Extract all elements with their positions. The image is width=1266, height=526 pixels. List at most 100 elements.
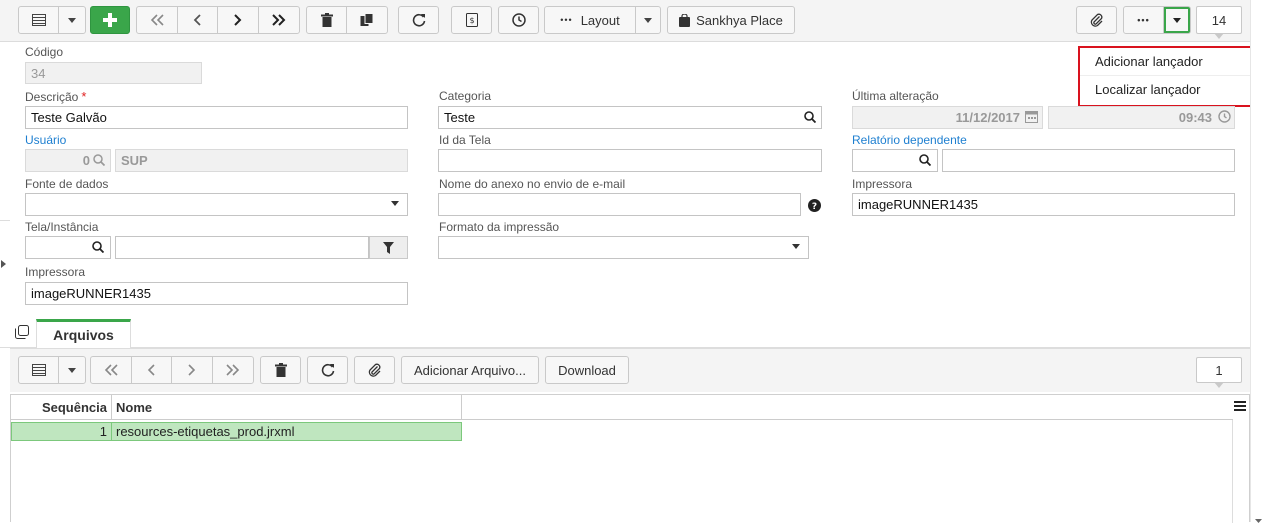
layout-group: ••• Layout <box>544 6 661 34</box>
calendar-icon[interactable] <box>1025 110 1038 123</box>
relatorio-dependente-label[interactable]: Relatório dependente <box>852 133 967 147</box>
column-menu-icon[interactable] <box>1234 401 1246 411</box>
caret-down-icon <box>68 367 76 373</box>
layout-dropdown-button[interactable] <box>636 7 660 33</box>
files-next-button[interactable] <box>172 357 213 383</box>
required-mark: * <box>81 89 87 104</box>
table-icon <box>31 14 46 26</box>
codigo-label: Código <box>25 45 64 59</box>
table-row-nome[interactable]: resources-etiquetas_prod.jrxml <box>112 422 462 441</box>
delete-record-button[interactable] <box>307 7 347 33</box>
categoria-field[interactable]: Teste <box>438 106 822 129</box>
tela-instancia-label: Tela/Instância <box>25 220 99 234</box>
tela-instancia-name-field[interactable] <box>115 236 369 259</box>
codigo-field[interactable]: 34 <box>25 62 202 84</box>
relatorio-dependente-name-field[interactable] <box>942 149 1235 172</box>
more-options-button[interactable]: ••• <box>1124 7 1164 33</box>
descricao-field[interactable]: Teste Galvão <box>25 106 408 129</box>
files-grid-view-button[interactable] <box>19 357 59 383</box>
grid-view-dropdown-button[interactable] <box>59 7 85 33</box>
refresh-button[interactable] <box>398 6 439 34</box>
column-header-sequencia[interactable]: Sequência <box>11 395 112 420</box>
attachment-button[interactable] <box>1076 6 1117 34</box>
clock-icon[interactable] <box>1218 110 1231 123</box>
paperclip-icon <box>1090 13 1102 27</box>
detach-window-icon[interactable] <box>15 325 29 339</box>
layout-button[interactable]: ••• Layout <box>545 7 636 33</box>
refresh-icon <box>321 363 334 377</box>
ultima-alteracao-date-field[interactable]: 11/12/2017 <box>852 106 1043 129</box>
add-record-button[interactable] <box>90 6 130 34</box>
column-header-nome[interactable]: Nome <box>112 395 462 420</box>
search-icon[interactable] <box>92 241 104 253</box>
files-first-button[interactable] <box>91 357 132 383</box>
table-icon <box>31 364 46 376</box>
usuario-label[interactable]: Usuário <box>25 133 66 147</box>
double-chevron-right-icon <box>272 14 286 26</box>
files-attach-button[interactable] <box>354 356 395 384</box>
files-previous-button[interactable] <box>132 357 172 383</box>
search-icon[interactable] <box>804 111 816 123</box>
history-button[interactable] <box>498 6 539 34</box>
report-button[interactable]: $ <box>451 6 492 34</box>
nome-anexo-label: Nome do anexo no envio de e-mail <box>439 177 626 191</box>
nome-anexo-field[interactable] <box>438 193 801 216</box>
caret-down-icon <box>68 17 76 23</box>
page-scrollbar[interactable] <box>1250 0 1266 522</box>
svg-text:$: $ <box>469 16 474 25</box>
search-icon[interactable] <box>93 154 105 166</box>
table-row-sequencia[interactable]: 1 <box>11 422 112 441</box>
files-navigation-group <box>90 356 254 384</box>
fonte-dados-label: Fonte de dados <box>25 177 109 191</box>
previous-record-button[interactable] <box>178 7 218 33</box>
duplicate-record-button[interactable] <box>347 7 387 33</box>
filter-button[interactable] <box>369 236 408 259</box>
ultima-alteracao-label: Última alteração <box>852 89 939 103</box>
scroll-down-icon[interactable] <box>1255 512 1262 526</box>
files-refresh-button[interactable] <box>307 356 348 384</box>
ellipsis-icon: ••• <box>560 15 573 25</box>
add-file-button[interactable]: Adicionar Arquivo... <box>401 356 539 384</box>
search-icon[interactable] <box>919 154 931 166</box>
svg-text:?: ? <box>812 202 817 212</box>
double-chevron-right-icon <box>226 364 239 376</box>
double-chevron-left-icon <box>150 14 164 26</box>
menu-item-add-launcher[interactable]: Adicionar lançador <box>1080 48 1250 75</box>
sankhya-place-button[interactable]: Sankhya Place <box>667 6 795 34</box>
grid-view-button[interactable] <box>19 7 59 33</box>
more-options-dropdown-button[interactable] <box>1164 7 1190 33</box>
last-record-button[interactable] <box>259 7 299 33</box>
files-last-button[interactable] <box>213 357 253 383</box>
collapse-arrow-icon[interactable] <box>1 257 6 271</box>
navigation-group <box>136 6 300 34</box>
usuario-name-field[interactable]: SUP <box>115 149 408 172</box>
categoria-value: Teste <box>444 110 476 125</box>
descricao-label: Descrição * <box>25 89 87 104</box>
next-record-button[interactable] <box>218 7 259 33</box>
impressora-right-label: Impressora <box>852 177 913 191</box>
files-grid-view-group <box>18 356 86 384</box>
document-report-icon: $ <box>465 13 478 27</box>
tab-arquivos[interactable]: Arquivos <box>36 319 131 348</box>
scrollbar-track[interactable] <box>1232 420 1233 523</box>
chevron-right-icon <box>234 14 242 26</box>
left-divider <box>0 220 10 221</box>
formato-impressao-select[interactable] <box>438 236 809 259</box>
record-actions-group <box>306 6 388 34</box>
fonte-dados-select[interactable] <box>25 193 408 216</box>
grid-view-group <box>18 6 86 34</box>
download-button[interactable]: Download <box>545 356 629 384</box>
menu-item-find-launcher[interactable]: Localizar lançador <box>1080 75 1250 102</box>
files-record-count: 1 <box>1196 357 1242 388</box>
help-icon[interactable]: ? <box>808 199 821 212</box>
files-grid-view-dropdown-button[interactable] <box>59 357 85 383</box>
impressora-left-field[interactable]: imageRUNNER1435 <box>25 282 408 305</box>
id-tela-field[interactable] <box>438 149 822 172</box>
plus-icon <box>103 13 117 27</box>
copy-icon <box>360 13 374 26</box>
record-count: 14 <box>1196 6 1242 39</box>
first-record-button[interactable] <box>137 7 178 33</box>
ultima-alteracao-time-field[interactable]: 09:43 <box>1048 106 1235 129</box>
impressora-right-field[interactable]: imageRUNNER1435 <box>852 193 1235 216</box>
files-delete-button[interactable] <box>260 356 301 384</box>
